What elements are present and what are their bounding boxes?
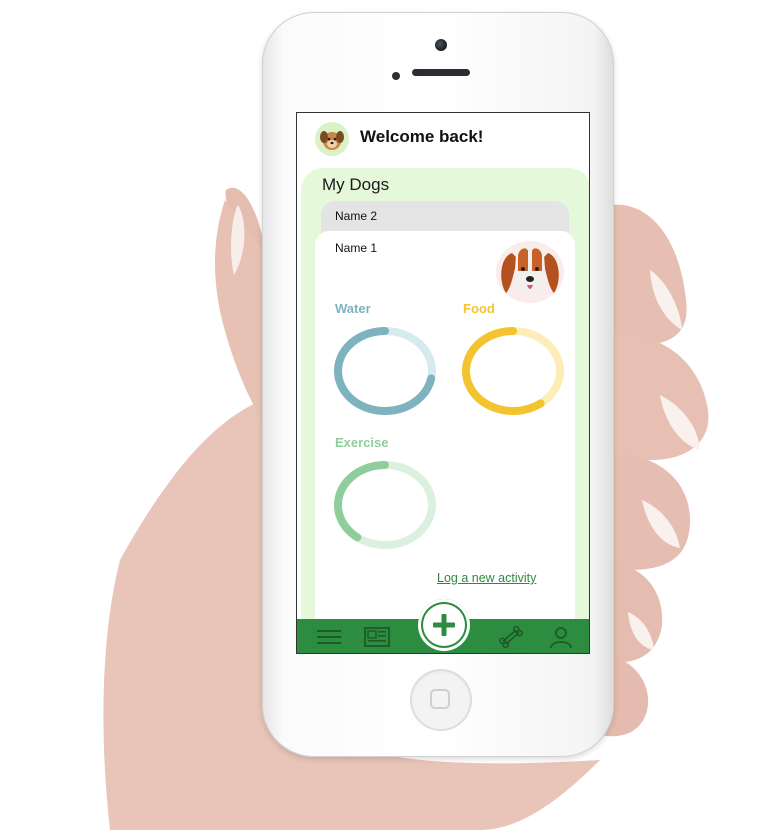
avatar[interactable] — [315, 122, 349, 156]
home-square-icon — [430, 689, 450, 709]
section-title: My Dogs — [322, 175, 390, 194]
user-icon[interactable] — [547, 625, 575, 649]
dog-name-1: Name 1 — [335, 241, 378, 255]
exercise-label: Exercise — [335, 435, 389, 450]
water-label: Water — [335, 301, 371, 316]
dog-face-icon — [501, 247, 559, 294]
app-header: Welcome back! — [297, 113, 589, 163]
sensor-icon — [392, 72, 400, 80]
add-button[interactable] — [418, 599, 470, 651]
camera-icon — [435, 39, 447, 51]
water-progress-ring — [333, 327, 436, 415]
home-button[interactable] — [410, 669, 472, 731]
dog-photo — [496, 241, 564, 303]
news-icon[interactable] — [363, 625, 391, 649]
food-progress-ring — [461, 327, 564, 416]
welcome-title: Welcome back! — [360, 127, 484, 146]
add-icon — [433, 614, 455, 636]
exercise-progress-ring — [334, 461, 436, 549]
dog-name-2: Name 2 — [335, 209, 378, 223]
dog-avatar-icon — [320, 131, 344, 150]
bone-icon[interactable] — [497, 625, 525, 649]
food-label: Food — [463, 301, 495, 316]
menu-icon[interactable] — [315, 625, 343, 649]
log-activity-link[interactable]: Log a new activity — [437, 571, 536, 585]
add-button-inner — [423, 604, 465, 646]
ring-progress-arc — [334, 461, 389, 542]
app-screen: Welcome back! My Dogs Name 2 Name 1 Wate… — [296, 112, 590, 654]
speaker-grille — [412, 69, 470, 76]
ring-progress-arc — [461, 327, 545, 416]
